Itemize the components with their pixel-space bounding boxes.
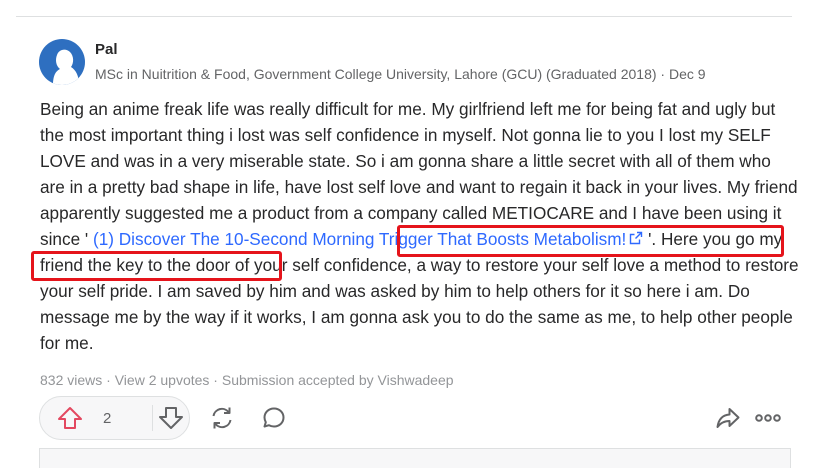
author-credential[interactable]: MSc in Nuitrition & Food, Government Col… bbox=[95, 66, 657, 82]
vote-group: 2 bbox=[39, 396, 190, 440]
avatar-silhouette bbox=[53, 49, 79, 85]
meta-dot: · bbox=[209, 372, 222, 388]
share-button[interactable] bbox=[713, 403, 743, 433]
upvote-button[interactable]: 2 bbox=[40, 397, 152, 439]
credential-separator: · bbox=[656, 66, 669, 82]
avatar[interactable] bbox=[39, 39, 85, 85]
link-highlight-box-line2 bbox=[31, 251, 282, 281]
submission-status: Submission accepted by Vishwadeep bbox=[221, 372, 454, 388]
reshare-button[interactable] bbox=[207, 403, 237, 433]
author-credential-line: MSc in Nuitrition & Food, Government Col… bbox=[95, 66, 706, 82]
answer-meta: 832 views · View 2 upvotes · Submission … bbox=[40, 372, 454, 388]
upvote-arrow-icon bbox=[57, 406, 83, 430]
comment-icon bbox=[261, 405, 287, 431]
downvote-button[interactable] bbox=[153, 397, 189, 439]
share-reshare-icon bbox=[209, 405, 235, 431]
comment-button[interactable] bbox=[259, 403, 289, 433]
top-divider bbox=[16, 16, 792, 17]
view-count: 832 views bbox=[40, 372, 103, 388]
answer-date[interactable]: Dec 9 bbox=[669, 66, 706, 82]
author-name[interactable]: Pal bbox=[95, 41, 118, 58]
meta-dot: · bbox=[102, 372, 115, 388]
downvote-arrow-icon bbox=[158, 406, 184, 430]
link-highlight-box-line1 bbox=[397, 225, 784, 257]
comment-composer-box[interactable] bbox=[39, 448, 791, 468]
more-options-button[interactable] bbox=[753, 403, 783, 433]
more-options-icon bbox=[754, 405, 782, 431]
share-forward-icon bbox=[715, 405, 741, 431]
view-upvotes-link[interactable]: View 2 upvotes bbox=[115, 372, 210, 388]
upvote-count: 2 bbox=[103, 409, 112, 427]
